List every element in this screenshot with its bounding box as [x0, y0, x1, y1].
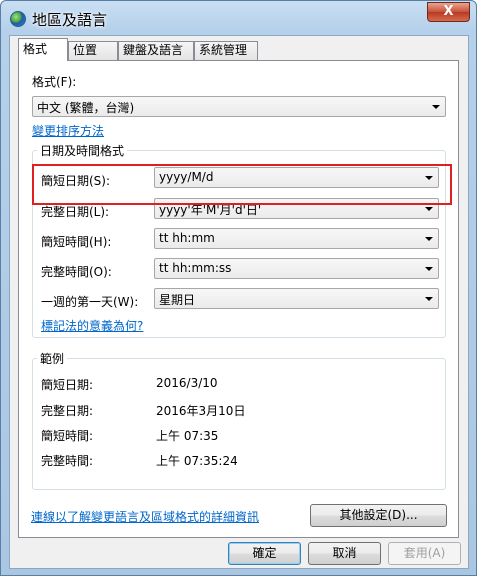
close-button[interactable]: X	[427, 2, 470, 22]
chevron-down-icon	[432, 105, 440, 109]
example-short-date-label: 簡短日期:	[41, 378, 94, 392]
dialog-window: 地區及語言 X 格式 位置 鍵盤及語言 系統管理 格式(F): 中文 (繁體，台…	[0, 0, 477, 576]
more-info-link[interactable]: 連線以了解變更語言及區域格式的詳細資訊	[31, 508, 259, 525]
example-short-time-label: 簡短時間:	[41, 429, 94, 443]
long-date-label: 完整日期(L):	[41, 205, 110, 219]
long-time-label: 完整時間(O):	[41, 265, 112, 279]
examples-group-title: 範例	[37, 350, 68, 367]
chevron-down-icon	[425, 267, 433, 271]
short-time-dropdown[interactable]: tt hh:mm	[154, 228, 439, 249]
short-time-label: 簡短時間(H):	[41, 235, 112, 249]
chevron-down-icon	[425, 237, 433, 241]
format-dropdown[interactable]: 中文 (繁體，台灣)	[32, 96, 446, 117]
long-time-dropdown[interactable]: tt hh:mm:ss	[154, 258, 439, 279]
additional-settings-button[interactable]: 其他設定(D)...	[310, 504, 447, 527]
first-day-label: 一週的第一天(W):	[41, 295, 139, 309]
chevron-down-icon	[425, 207, 433, 211]
short-time-value: tt hh:mm	[159, 231, 215, 245]
chevron-down-icon	[425, 297, 433, 301]
change-sort-link[interactable]: 變更排序方法	[32, 122, 104, 139]
ok-button[interactable]: 確定	[228, 542, 301, 565]
tab-administrative[interactable]: 系統管理	[194, 41, 258, 60]
example-short-date-value: 2016/3/10	[156, 376, 218, 390]
short-date-highlight-box	[32, 164, 452, 205]
example-long-time-value: 上午 07:35:24	[156, 454, 238, 468]
example-short-time-value: 上午 07:35	[156, 429, 219, 443]
title-bar[interactable]: 地區及語言 X	[1, 1, 476, 35]
example-long-date-label: 完整日期:	[41, 404, 94, 418]
cancel-button[interactable]: 取消	[308, 542, 381, 565]
first-day-dropdown[interactable]: 星期日	[154, 288, 439, 309]
format-tab-panel: 格式(F): 中文 (繁體，台灣) 變更排序方法 日期及時間格式 簡短日期(S)…	[18, 60, 459, 538]
apply-button[interactable]: 套用(A)	[388, 542, 461, 565]
tab-format[interactable]: 格式	[18, 38, 68, 61]
examples-group: 範例 簡短日期: 2016/3/10 完整日期: 2016年3月10日 簡短時間…	[32, 350, 446, 490]
long-time-value: tt hh:mm:ss	[159, 261, 232, 275]
example-long-date-value: 2016年3月10日	[156, 404, 246, 418]
format-dropdown-value: 中文 (繁體，台灣)	[37, 101, 135, 115]
format-label: 格式(F):	[32, 75, 77, 89]
tab-keyboard-language[interactable]: 鍵盤及語言	[118, 41, 194, 60]
first-day-value: 星期日	[159, 293, 196, 307]
notation-meaning-link[interactable]: 標記法的意義為何?	[41, 317, 143, 334]
globe-icon	[10, 11, 26, 27]
window-title: 地區及語言	[32, 11, 108, 29]
datetime-group-title: 日期及時間格式	[37, 142, 128, 159]
dialog-client: 格式 位置 鍵盤及語言 系統管理 格式(F): 中文 (繁體，台灣) 變更排序方…	[9, 35, 469, 569]
example-long-time-label: 完整時間:	[41, 454, 94, 468]
tab-location[interactable]: 位置	[68, 41, 118, 60]
